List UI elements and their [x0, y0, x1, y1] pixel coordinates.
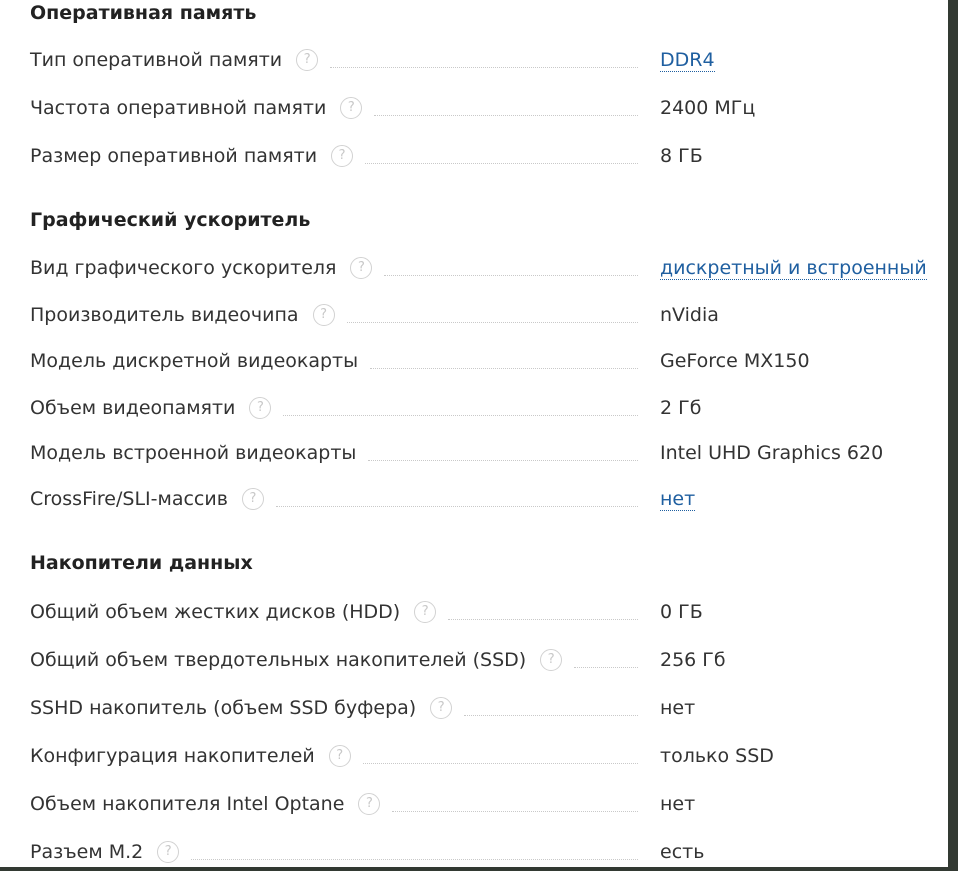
- spec-label: Общий объем жестких дисков (HDD): [30, 601, 401, 623]
- spec-row-ssd-total: Общий объем твердотельных накопителей (S…: [30, 645, 940, 675]
- spec-label: Тип оперативной памяти: [30, 49, 283, 71]
- dotted-leader: [275, 505, 638, 507]
- spec-value: 8 ГБ: [660, 145, 703, 167]
- dotted-leader: [448, 618, 638, 620]
- help-icon[interactable]: ?: [358, 793, 381, 815]
- dotted-leader: [374, 114, 638, 116]
- spec-row-ram-type: Тип оперативной памяти? DDR4: [30, 45, 940, 75]
- spec-label: CrossFire/SLI-массив: [30, 488, 228, 510]
- spec-label: Общий объем твердотельных накопителей (S…: [30, 649, 527, 671]
- spec-value: 0 ГБ: [660, 601, 703, 623]
- dotted-leader: [392, 810, 638, 812]
- help-icon[interactable]: ?: [540, 649, 563, 671]
- spec-row-discrete-gpu-model: Модель дискретной видеокарты GeForce MX1…: [30, 346, 940, 376]
- spec-label: Объем накопителя Intel Optane: [30, 793, 345, 815]
- dotted-leader: [464, 714, 638, 716]
- dotted-leader: [362, 762, 638, 764]
- spec-value: нет: [660, 697, 696, 719]
- spec-label: Разъем M.2: [30, 841, 144, 863]
- window-edge-bottom: [0, 867, 958, 871]
- spec-row-gpu-vendor: Производитель видеочипа? nVidia: [30, 300, 940, 330]
- spec-row-integrated-gpu-model: Модель встроенной видеокарты Intel UHD G…: [30, 438, 940, 468]
- help-icon[interactable]: ?: [430, 697, 453, 719]
- section-title-gpu: Графический ускоритель: [30, 209, 311, 231]
- spec-value: 256 Гб: [660, 649, 726, 671]
- dotted-leader: [368, 459, 638, 461]
- spec-label: Модель дискретной видеокарты: [30, 350, 359, 372]
- help-icon[interactable]: ?: [312, 304, 335, 326]
- help-icon[interactable]: ?: [328, 745, 351, 767]
- spec-value: нет: [660, 793, 696, 815]
- section-title-ram: Оперативная память: [30, 2, 257, 24]
- help-icon[interactable]: ?: [331, 145, 354, 167]
- dotted-leader: [365, 162, 638, 164]
- spec-value-link[interactable]: дискретный и встроенный: [660, 253, 927, 283]
- spec-value: есть: [660, 841, 705, 863]
- spec-row-vram: Объем видеопамяти? 2 Гб: [30, 393, 940, 423]
- spec-value: только SSD: [660, 745, 774, 767]
- spec-label: Размер оперативной памяти: [30, 145, 318, 167]
- dotted-leader: [370, 367, 638, 369]
- window-edge-right: [948, 0, 958, 871]
- dotted-leader: [191, 858, 638, 860]
- spec-row-ram-size: Размер оперативной памяти? 8 ГБ: [30, 141, 940, 171]
- spec-value-link[interactable]: DDR4: [660, 45, 715, 75]
- spec-label: Модель встроенной видеокарты: [30, 442, 357, 464]
- spec-row-storage-config: Конфигурация накопителей? только SSD: [30, 741, 940, 771]
- dotted-leader: [283, 414, 638, 416]
- spec-value-link[interactable]: нет: [660, 484, 696, 514]
- help-icon[interactable]: ?: [296, 49, 319, 71]
- spec-value: nVidia: [660, 304, 719, 326]
- spec-label: Конфигурация накопителей: [30, 745, 315, 767]
- help-icon[interactable]: ?: [241, 488, 264, 510]
- spec-row-sshd: SSHD накопитель (объем SSD буфера)? нет: [30, 693, 940, 723]
- spec-row-optane: Объем накопителя Intel Optane? нет: [30, 789, 940, 819]
- spec-label: Объем видеопамяти: [30, 397, 236, 419]
- spec-row-ram-frequency: Частота оперативной памяти? 2400 МГц: [30, 93, 940, 123]
- spec-value: Intel UHD Graphics 620: [660, 442, 884, 464]
- dotted-leader: [330, 66, 638, 68]
- help-icon[interactable]: ?: [414, 601, 437, 623]
- dotted-leader: [384, 274, 638, 276]
- spec-row-gpu-type: Вид графического ускорителя? дискретный …: [30, 253, 940, 283]
- spec-row-crossfire-sli: CrossFire/SLI-массив? нет: [30, 484, 940, 514]
- spec-label: SSHD накопитель (объем SSD буфера): [30, 697, 417, 719]
- spec-row-m2-slot: Разъем M.2? есть: [30, 837, 940, 867]
- help-icon[interactable]: ?: [350, 257, 373, 279]
- dotted-leader: [346, 321, 638, 323]
- help-icon[interactable]: ?: [340, 97, 363, 119]
- help-icon[interactable]: ?: [157, 841, 180, 863]
- spec-value: 2400 МГц: [660, 97, 756, 119]
- spec-value: 2 Гб: [660, 397, 702, 419]
- spec-value: GeForce MX150: [660, 350, 810, 372]
- spec-label: Производитель видеочипа: [30, 304, 299, 326]
- spec-label: Частота оперативной памяти: [30, 97, 327, 119]
- spec-row-hdd-total: Общий объем жестких дисков (HDD)? 0 ГБ: [30, 597, 940, 627]
- spec-label: Вид графического ускорителя: [30, 257, 337, 279]
- section-title-storage: Накопители данных: [30, 552, 253, 574]
- help-icon[interactable]: ?: [249, 397, 272, 419]
- dotted-leader: [574, 666, 638, 668]
